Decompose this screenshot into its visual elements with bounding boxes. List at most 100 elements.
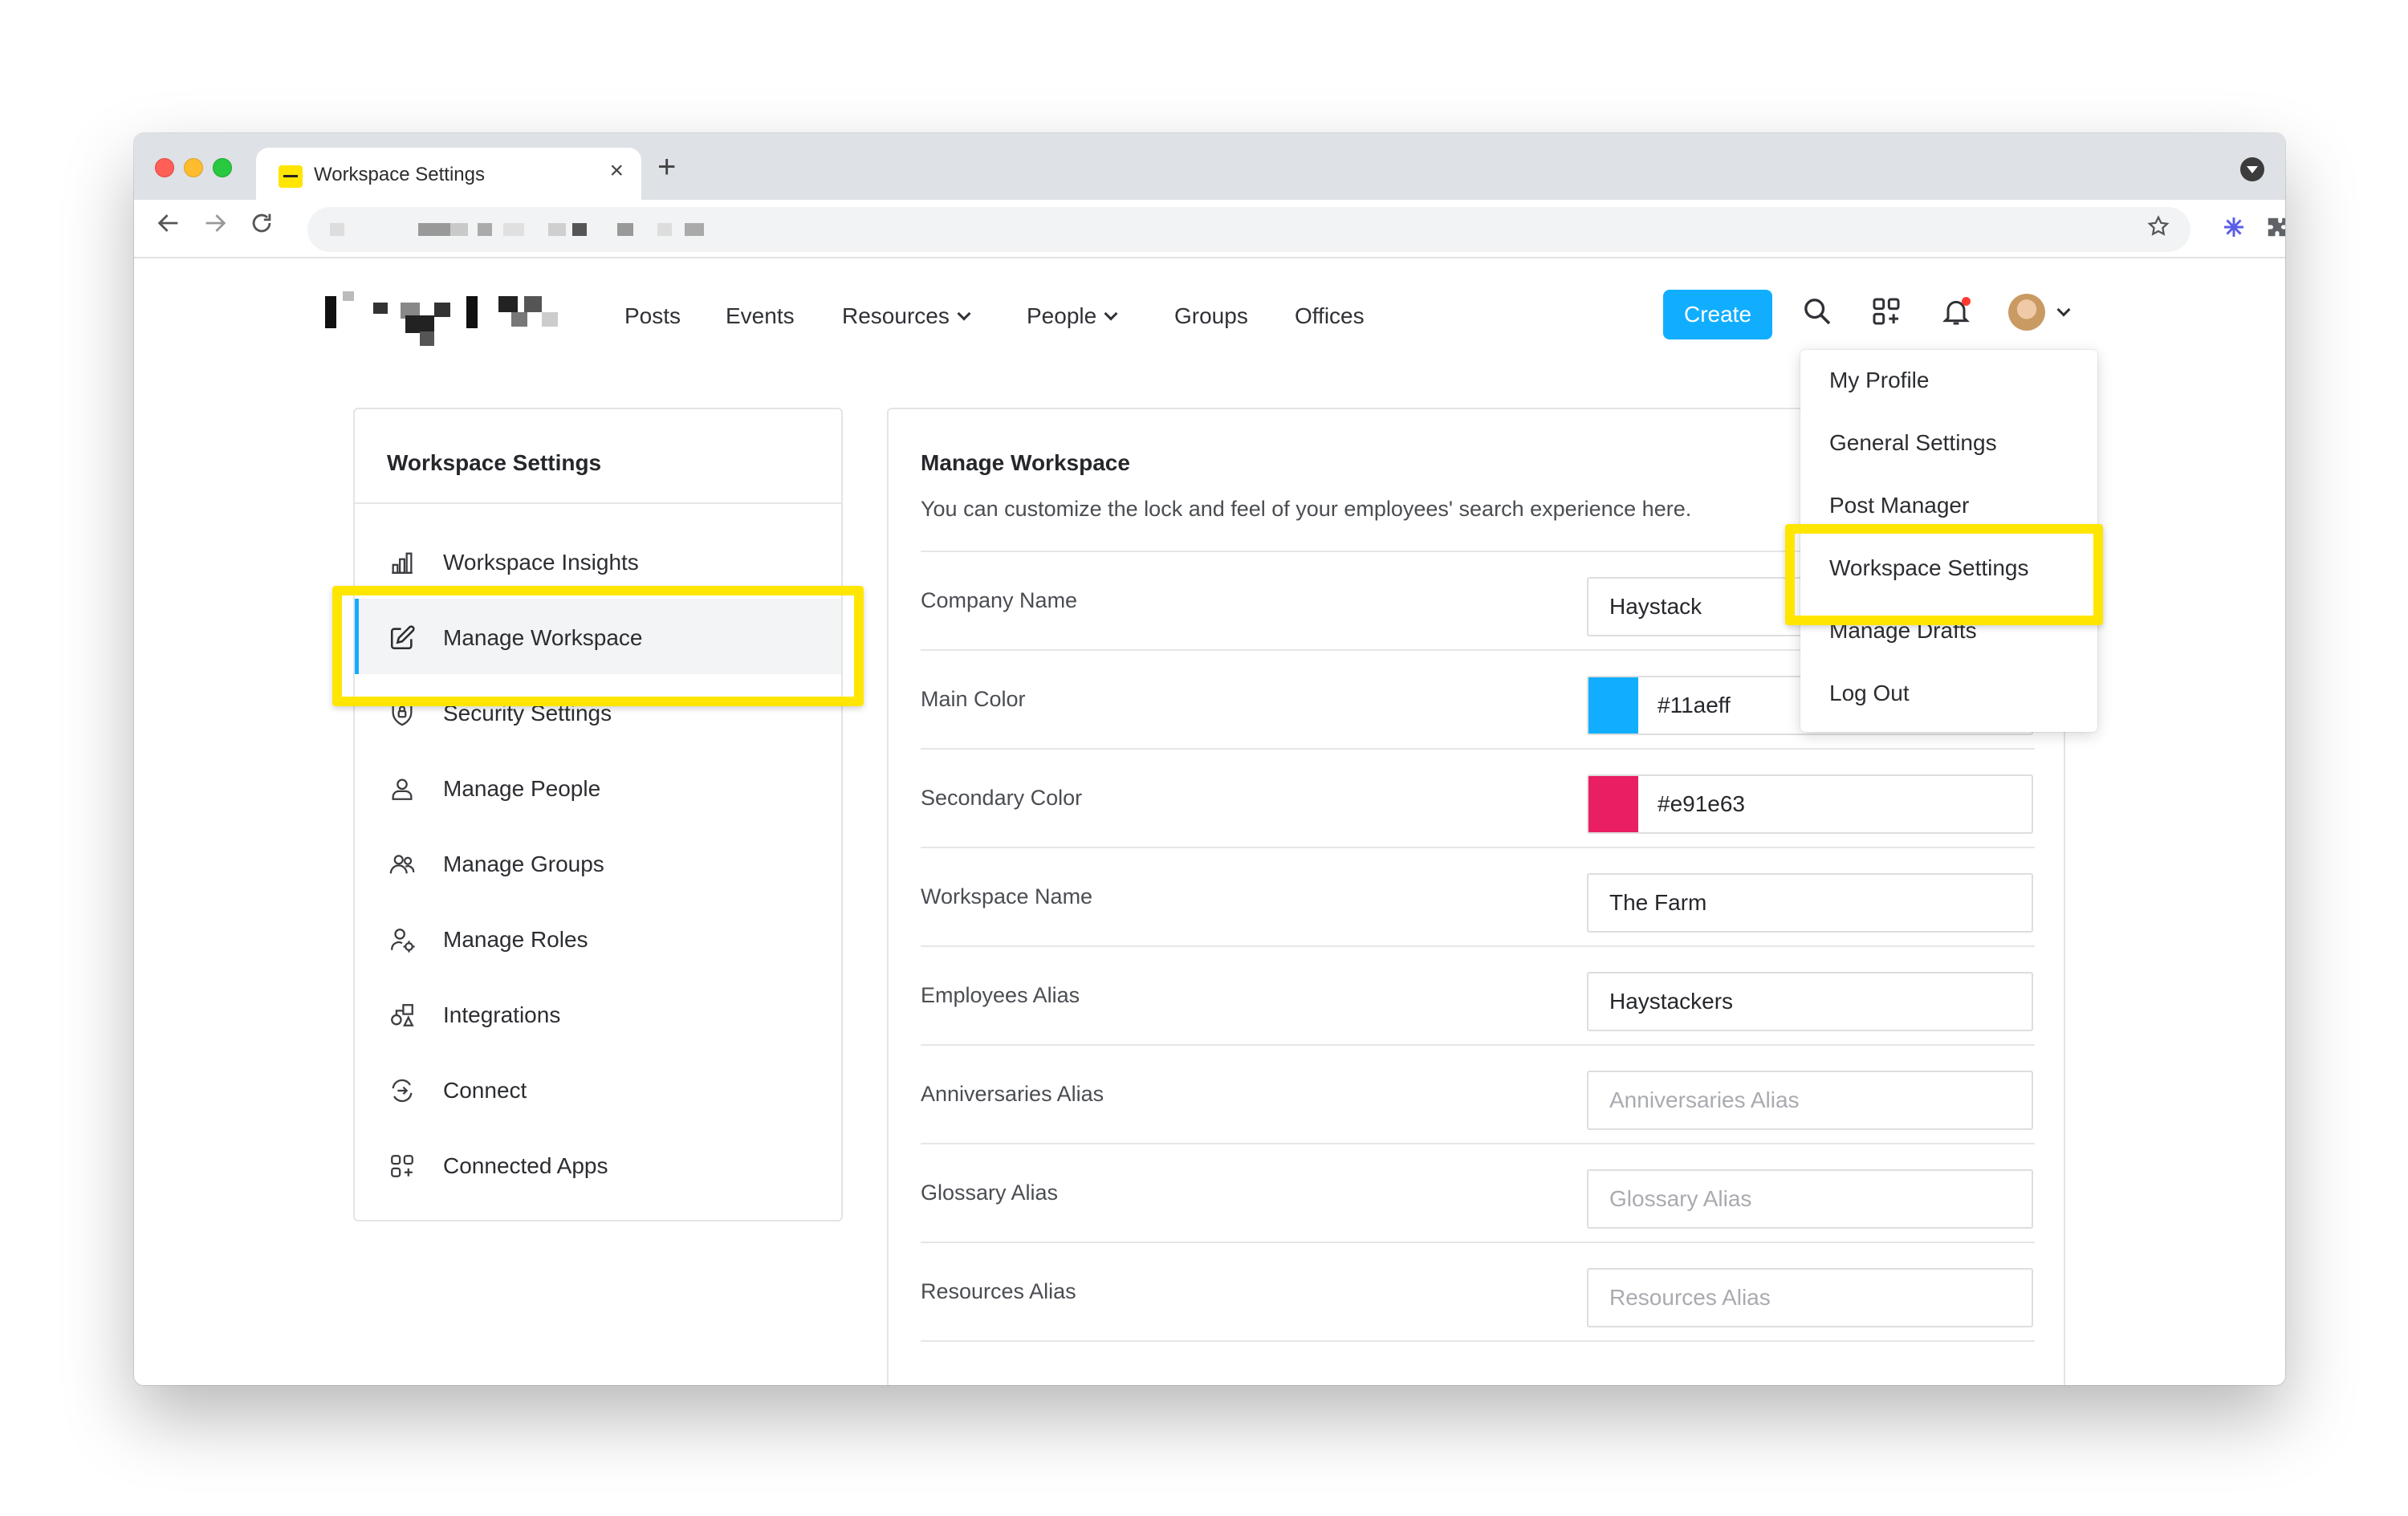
- maximize-window-button[interactable]: [213, 158, 232, 177]
- field-label: Company Name: [921, 588, 1078, 612]
- redacted-url-block: [617, 223, 633, 236]
- secondary-color-input[interactable]: #e91e63: [1587, 774, 2033, 834]
- redacted-url-block: [418, 223, 450, 236]
- menu-item-workspace-settings[interactable]: Workspace Settings: [1829, 555, 2029, 581]
- field-row-secondary-color: Secondary Color #e91e63: [921, 750, 2035, 848]
- bar-chart-icon: [388, 549, 416, 576]
- field-label: Workspace Name: [921, 884, 1093, 908]
- sidebar-item-security-settings[interactable]: Security Settings: [355, 674, 841, 750]
- sidebar-item-manage-workspace[interactable]: Manage Workspace: [355, 599, 841, 674]
- create-button[interactable]: Create: [1663, 290, 1772, 339]
- redacted-url-block: [572, 223, 587, 236]
- address-bar[interactable]: [307, 207, 2190, 252]
- field-label: Secondary Color: [921, 786, 1083, 810]
- page-description: You can customize the lock and feel of y…: [921, 497, 1692, 521]
- chevron-down-icon[interactable]: [2056, 303, 2071, 317]
- sidebar-item-label: Manage Groups: [443, 851, 604, 876]
- company-logo[interactable]: [325, 291, 574, 346]
- sidebar-item-connect[interactable]: Connect: [355, 1051, 841, 1127]
- menu-item-general-settings[interactable]: General Settings: [1829, 430, 1997, 456]
- browser-tab[interactable]: Workspace Settings ×: [256, 148, 641, 200]
- page-title: Manage Workspace: [921, 450, 1130, 475]
- tab-strip: Workspace Settings × +: [134, 133, 2285, 200]
- forward-icon[interactable]: [201, 209, 229, 242]
- chevron-down-icon: [1104, 307, 1118, 321]
- role-icon: [388, 926, 416, 953]
- main-color-value: #11aeff: [1658, 693, 1731, 717]
- resources-alias-input[interactable]: Resources Alias: [1587, 1268, 2033, 1327]
- user-dropdown-menu: My Profile General Settings Post Manager…: [1800, 350, 2097, 732]
- field-row-resources-alias: Resources Alias Resources Alias: [921, 1243, 2035, 1342]
- integrations-icon: [388, 1002, 416, 1029]
- menu-item-post-manager[interactable]: Post Manager: [1829, 493, 1969, 518]
- extensions-puzzle-icon[interactable]: [2261, 214, 2285, 246]
- search-icon[interactable]: [1801, 295, 1837, 331]
- sidebar-item-manage-roles[interactable]: Manage Roles: [355, 900, 841, 976]
- redacted-url-block: [503, 223, 524, 236]
- color-swatch[interactable]: [1588, 776, 1638, 832]
- favicon-icon: [279, 165, 303, 188]
- field-label: Employees Alias: [921, 983, 1080, 1007]
- sidebar-item-manage-groups[interactable]: Manage Groups: [355, 825, 841, 900]
- nav-groups[interactable]: Groups: [1174, 303, 1248, 329]
- workspace-name-input[interactable]: The Farm: [1587, 873, 2033, 933]
- redacted-url-block: [450, 223, 468, 236]
- tab-close-button[interactable]: ×: [609, 159, 624, 183]
- sidebar-item-label: Manage People: [443, 776, 601, 801]
- person-icon: [388, 775, 416, 803]
- field-label: Glossary Alias: [921, 1181, 1059, 1205]
- redacted-url-block: [478, 223, 492, 236]
- anniversaries-alias-input[interactable]: Anniversaries Alias: [1587, 1071, 2033, 1130]
- nav-events[interactable]: Events: [726, 303, 795, 329]
- redacted-url-block: [685, 223, 704, 236]
- nav-offices[interactable]: Offices: [1295, 303, 1365, 329]
- employees-alias-input[interactable]: Haystackers: [1587, 972, 2033, 1031]
- sidebar-item-integrations[interactable]: Integrations: [355, 976, 841, 1051]
- redacted-url-block: [330, 223, 344, 236]
- menu-item-my-profile[interactable]: My Profile: [1829, 368, 1929, 393]
- nav-posts[interactable]: Posts: [624, 303, 681, 329]
- sidebar-item-label: Security Settings: [443, 701, 612, 725]
- redacted-url-block: [657, 223, 672, 236]
- apps-grid-icon[interactable]: [1870, 295, 1906, 331]
- menu-item-log-out[interactable]: Log Out: [1829, 681, 1910, 706]
- color-swatch[interactable]: [1588, 677, 1638, 734]
- edit-icon: [388, 624, 416, 652]
- sidebar-item-label: Manage Workspace: [443, 625, 643, 650]
- field-row-employees-alias: Employees Alias Haystackers: [921, 947, 2035, 1046]
- menu-item-manage-drafts[interactable]: Manage Drafts: [1829, 618, 1977, 644]
- tab-search-icon[interactable]: [2240, 157, 2264, 181]
- nav-people[interactable]: People: [1027, 303, 1118, 329]
- sidebar-divider: [355, 502, 841, 504]
- extension-asterisk-icon[interactable]: [2218, 214, 2250, 246]
- bell-icon[interactable]: [1940, 295, 1975, 331]
- sidebar-item-manage-people[interactable]: Manage People: [355, 750, 841, 825]
- user-avatar[interactable]: [2008, 294, 2045, 331]
- nav-resources[interactable]: Resources: [842, 303, 971, 329]
- sidebar-item-label: Workspace Insights: [443, 550, 639, 575]
- chevron-down-icon: [957, 307, 971, 321]
- sidebar-item-connected-apps[interactable]: Connected Apps: [355, 1127, 841, 1202]
- sidebar-title: Workspace Settings: [387, 450, 602, 475]
- apps-icon: [388, 1152, 416, 1180]
- group-icon: [388, 851, 416, 878]
- sidebar-item-workspace-insights[interactable]: Workspace Insights: [355, 523, 841, 599]
- notification-dot: [1962, 297, 1971, 306]
- sidebar-item-label: Connected Apps: [443, 1153, 608, 1178]
- shield-icon: [388, 700, 416, 727]
- nav-resources-label: Resources: [842, 303, 950, 328]
- field-row-workspace-name: Workspace Name The Farm: [921, 848, 2035, 947]
- field-label: Anniversaries Alias: [921, 1082, 1104, 1106]
- back-icon[interactable]: [155, 209, 182, 242]
- glossary-alias-input[interactable]: Glossary Alias: [1587, 1169, 2033, 1229]
- reload-icon[interactable]: [248, 209, 275, 242]
- new-tab-button[interactable]: +: [657, 151, 676, 183]
- field-label: Resources Alias: [921, 1279, 1076, 1303]
- field-row-anniversaries-alias: Anniversaries Alias Anniversaries Alias: [921, 1046, 2035, 1144]
- app-content: Posts Events Resources People Groups Off…: [134, 258, 2285, 1385]
- settings-sidebar: Workspace Settings Workspace Insights Ma…: [353, 408, 843, 1221]
- minimize-window-button[interactable]: [184, 158, 203, 177]
- browser-window: Workspace Settings × + Posts Events Reso…: [134, 133, 2285, 1385]
- close-window-button[interactable]: [155, 158, 174, 177]
- bookmark-star-icon[interactable]: [2142, 213, 2174, 246]
